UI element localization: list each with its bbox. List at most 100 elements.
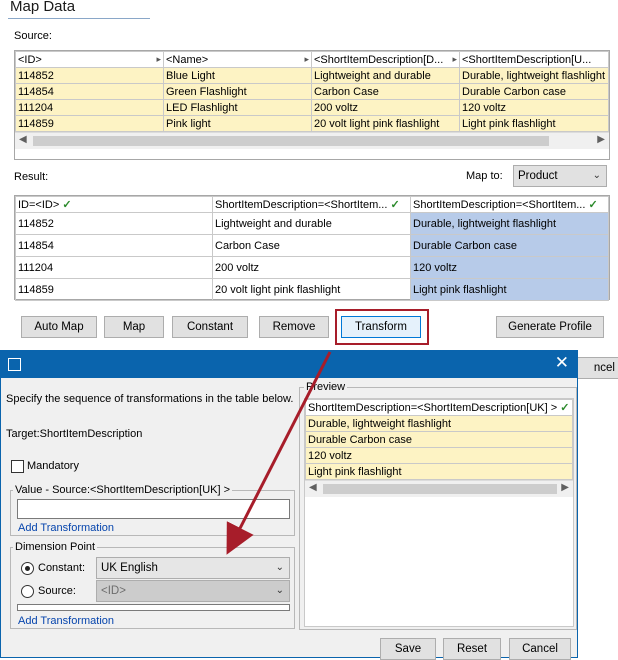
- dialog-titlebar[interactable]: ✕: [1, 351, 577, 378]
- add-transformation-link[interactable]: Add Transformation: [18, 615, 114, 627]
- table-cell: Light pink flashlight: [305, 463, 573, 480]
- table-row[interactable]: 114852 Lightweight and durable Durable, …: [15, 212, 609, 235]
- table-row[interactable]: 111204 200 voltz 120 voltz: [15, 256, 609, 279]
- preview-header-row: ShortItemDescription=<ShortItemDescripti…: [305, 399, 573, 416]
- table-cell: 114852: [15, 67, 164, 84]
- table-cell: 114852: [15, 212, 213, 235]
- table-cell: 20 volt light pink flashlight: [311, 115, 460, 132]
- result-header-short-2[interactable]: ShortItemDescription=<ShortItem... ✓: [410, 196, 609, 213]
- dimension-point-group: Dimension Point Constant: UK English ⌄ S…: [10, 541, 295, 629]
- preview-horizontal-scrollbar[interactable]: ◀ ▶: [305, 480, 573, 497]
- table-cell: 120 voltz: [410, 256, 609, 279]
- source-header-name[interactable]: <Name> ▸: [163, 51, 312, 68]
- transform-dialog: ✕ Specify the sequence of transformation…: [0, 350, 578, 660]
- source-grid[interactable]: <ID> ▸ <Name> ▸ <ShortItemDescription[D...…: [14, 50, 610, 160]
- chevron-right-icon: ▸: [304, 53, 309, 64]
- check-icon: ✓: [588, 199, 598, 211]
- table-cell: Durable, lightweight flashlight: [410, 212, 609, 235]
- preview-label: Preview: [304, 381, 348, 393]
- value-transform-list[interactable]: [17, 499, 290, 519]
- table-row[interactable]: Light pink flashlight: [305, 463, 573, 480]
- close-icon[interactable]: ✕: [555, 353, 569, 373]
- table-cell: 120 voltz: [459, 99, 609, 116]
- source-label: Source:: [38, 585, 76, 597]
- preview-group: Preview ShortItemDescription=<ShortItemD…: [299, 381, 577, 630]
- source-horizontal-scrollbar[interactable]: ◀ ▶: [15, 132, 609, 149]
- chevron-down-icon: ⌄: [592, 170, 601, 181]
- table-cell: 111204: [15, 99, 164, 116]
- value-group: Value - Source:<ShortItemDescription[UK]…: [10, 484, 295, 536]
- table-row[interactable]: 114854 Carbon Case Durable Carbon case: [15, 234, 609, 257]
- source-value: <ID>: [101, 585, 126, 597]
- window-icon: [8, 358, 21, 371]
- chevron-down-icon: ⌄: [275, 585, 284, 596]
- constant-button[interactable]: Constant: [172, 316, 248, 338]
- source-header-id[interactable]: <ID> ▸: [15, 51, 164, 68]
- table-row[interactable]: Durable Carbon case: [305, 431, 573, 448]
- table-row[interactable]: 114859 Pink light 20 volt light pink fla…: [15, 115, 609, 132]
- result-header-short-1[interactable]: ShortItemDescription=<ShortItem... ✓: [212, 196, 411, 213]
- source-dropdown[interactable]: <ID> ⌄: [96, 580, 290, 602]
- preview-grid[interactable]: ShortItemDescription=<ShortItemDescripti…: [304, 398, 574, 627]
- chevron-right-icon: ▸: [452, 53, 457, 64]
- chevron-right-icon: ▸: [156, 53, 161, 64]
- check-icon: ✓: [390, 199, 400, 211]
- map-to-value: Product: [518, 170, 558, 182]
- dimension-transform-list[interactable]: [17, 604, 290, 611]
- table-cell: Durable, lightweight flashlight: [459, 67, 609, 84]
- arrow-right-icon[interactable]: ▶: [597, 134, 605, 145]
- preview-header[interactable]: ShortItemDescription=<ShortItemDescripti…: [305, 399, 573, 416]
- source-header-short-d[interactable]: <ShortItemDescription[D... ▸: [311, 51, 460, 68]
- table-cell: Durable, lightweight flashlight: [305, 415, 573, 432]
- source-header-short-u[interactable]: <ShortItemDescription[U...: [459, 51, 609, 68]
- remove-button[interactable]: Remove: [259, 316, 329, 338]
- table-row[interactable]: 120 voltz: [305, 447, 573, 464]
- arrow-left-icon[interactable]: ◀: [309, 482, 317, 493]
- table-row[interactable]: 114859 20 volt light pink flashlight Lig…: [15, 278, 609, 301]
- arrow-right-icon[interactable]: ▶: [561, 482, 569, 493]
- check-icon: ✓: [62, 199, 72, 211]
- table-row[interactable]: Durable, lightweight flashlight: [305, 415, 573, 432]
- result-grid[interactable]: ID=<ID> ✓ ShortItemDescription=<ShortIte…: [14, 195, 610, 301]
- constant-radio[interactable]: [21, 562, 34, 575]
- page-title: Map Data: [10, 0, 76, 15]
- table-row[interactable]: 111204 LED Flashlight 200 voltz 120 volt…: [15, 99, 609, 116]
- table-cell: Lightweight and durable: [311, 67, 460, 84]
- table-cell: 120 voltz: [305, 447, 573, 464]
- dialog-instructions: Specify the sequence of transformations …: [6, 393, 294, 405]
- map-button[interactable]: Map: [104, 316, 164, 338]
- table-cell: 114859: [15, 115, 164, 132]
- constant-dropdown[interactable]: UK English ⌄: [96, 557, 290, 579]
- table-row[interactable]: 114854 Green Flashlight Carbon Case Dura…: [15, 83, 609, 100]
- source-label: Source:: [14, 30, 52, 42]
- mandatory-checkbox[interactable]: [11, 460, 24, 473]
- cancel-button[interactable]: Cancel: [509, 638, 571, 660]
- add-transformation-link[interactable]: Add Transformation: [18, 522, 114, 534]
- map-to-dropdown[interactable]: Product ⌄: [513, 165, 607, 187]
- table-cell: 111204: [15, 256, 213, 279]
- arrow-left-icon[interactable]: ◀: [19, 134, 27, 145]
- source-radio[interactable]: [21, 585, 34, 598]
- dialog-target: Target:ShortItemDescription: [6, 428, 143, 440]
- auto-map-button[interactable]: Auto Map: [21, 316, 97, 338]
- table-cell: Blue Light: [163, 67, 312, 84]
- transform-button[interactable]: Transform: [341, 316, 421, 338]
- save-button[interactable]: Save: [380, 638, 436, 660]
- table-row[interactable]: 114852 Blue Light Lightweight and durabl…: [15, 67, 609, 84]
- generate-profile-button[interactable]: Generate Profile: [496, 316, 604, 338]
- constant-label: Constant:: [38, 562, 86, 574]
- scrollbar-thumb[interactable]: [33, 136, 549, 146]
- table-cell: Durable Carbon case: [410, 234, 609, 257]
- table-cell: Carbon Case: [212, 234, 411, 257]
- scrollbar-thumb[interactable]: [323, 484, 557, 494]
- source-header-row: <ID> ▸ <Name> ▸ <ShortItemDescription[D...…: [15, 51, 609, 68]
- table-cell: Green Flashlight: [163, 83, 312, 100]
- table-cell: Carbon Case: [311, 83, 460, 100]
- table-cell: Lightweight and durable: [212, 212, 411, 235]
- result-label: Result:: [14, 171, 49, 183]
- table-cell: Durable Carbon case: [459, 83, 609, 100]
- chevron-down-icon: ⌄: [275, 562, 284, 573]
- map-to-label: Map to:: [466, 170, 503, 182]
- result-header-id[interactable]: ID=<ID> ✓: [15, 196, 213, 213]
- reset-button[interactable]: Reset: [443, 638, 501, 660]
